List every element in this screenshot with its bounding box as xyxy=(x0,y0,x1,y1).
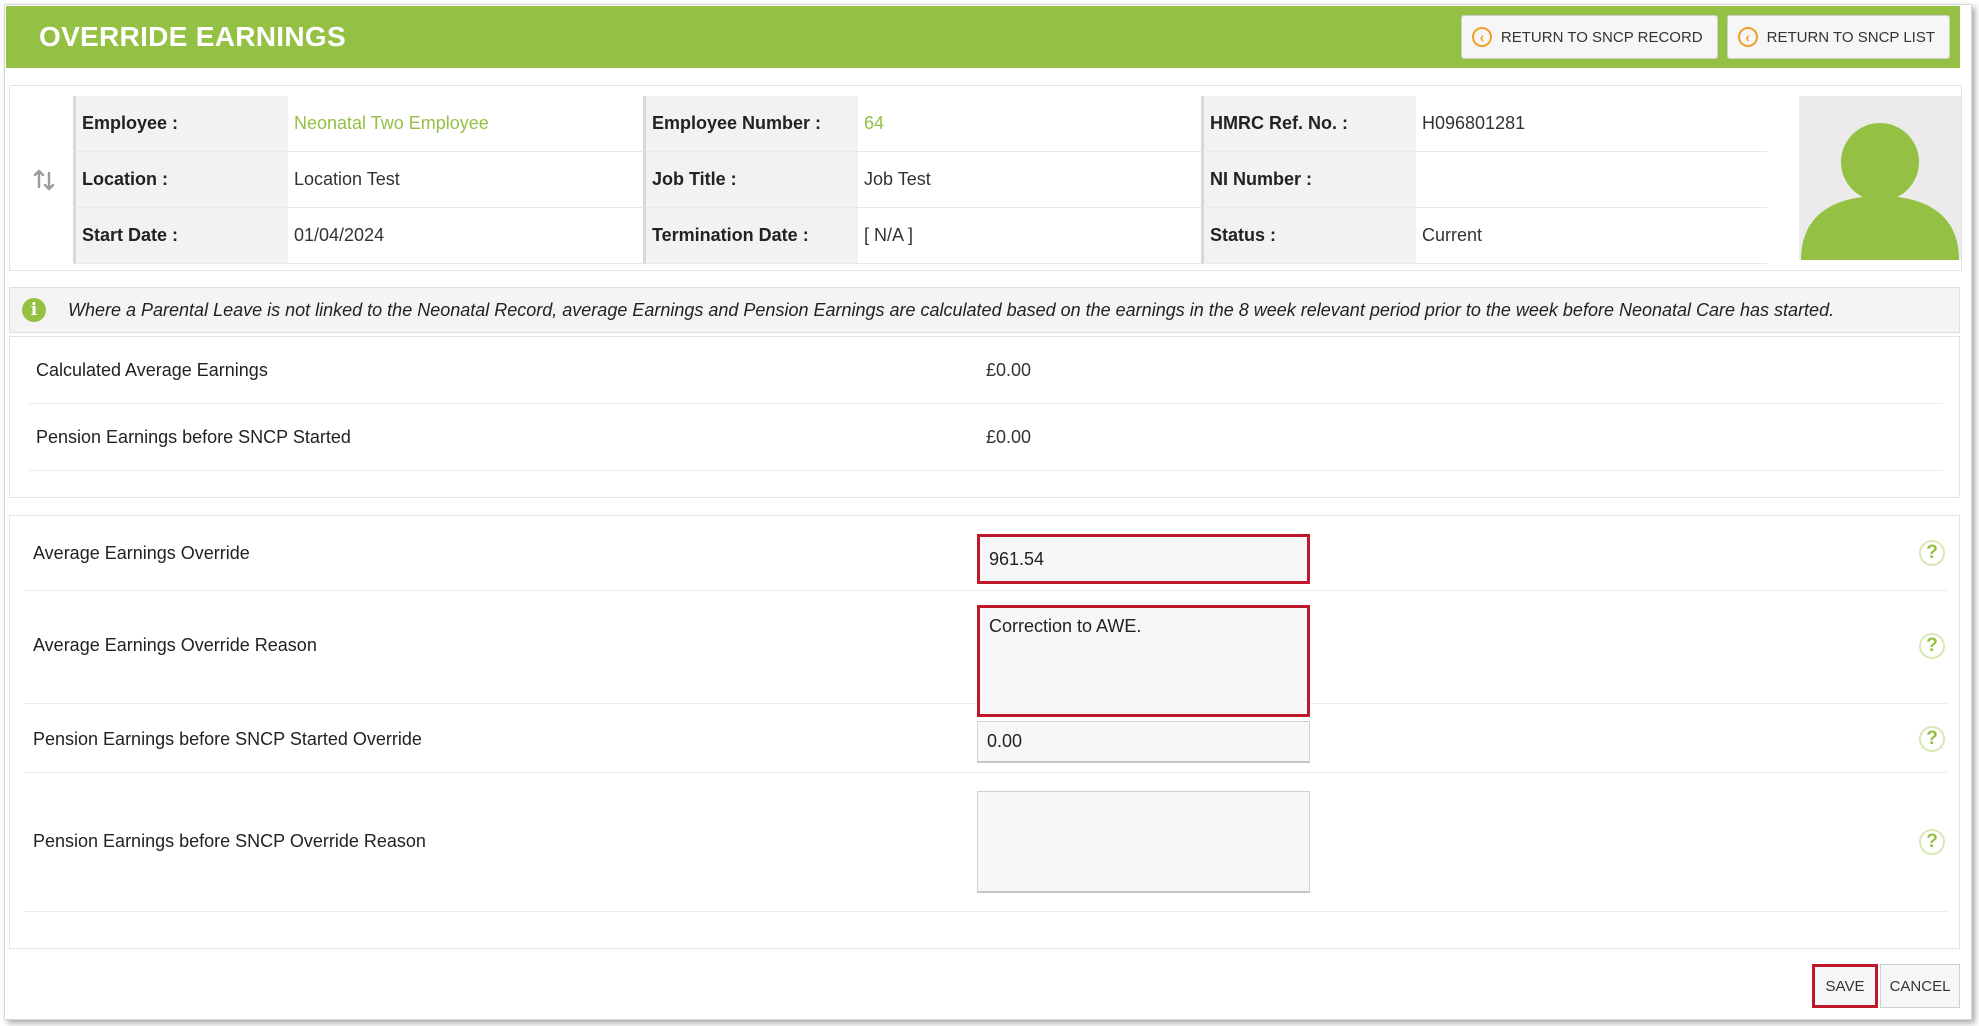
chevron-left-circle-icon: ‹ xyxy=(1471,27,1492,47)
header-actions: ‹ RETURN TO SNCP RECORD ‹ RETURN TO SNCP… xyxy=(1460,15,1950,59)
average-earnings-override-reason-row: Average Earnings Override Reason Correct… xyxy=(24,591,1947,717)
hmrc-ref-value: H096801281 xyxy=(1416,96,1767,152)
pension-earnings-override-input[interactable] xyxy=(977,721,1310,763)
swap-vertical-icon[interactable] xyxy=(32,168,56,197)
help-icon[interactable]: ? xyxy=(1919,829,1945,855)
calculated-average-earnings-label: Calculated Average Earnings xyxy=(36,359,268,380)
start-date-label: Start Date : xyxy=(73,208,288,264)
pension-earnings-value: £0.00 xyxy=(986,426,1032,447)
employee-label: Employee : xyxy=(73,96,288,152)
location-value: Location Test xyxy=(288,152,643,208)
employee-number-label: Employee Number : xyxy=(643,96,858,152)
cancel-button[interactable]: CANCEL xyxy=(1880,964,1960,1008)
pension-earnings-override-reason-row: Pension Earnings before SNCP Override Re… xyxy=(24,773,1947,912)
job-title-value: Job Test xyxy=(858,152,1201,208)
help-icon[interactable]: ? xyxy=(1919,540,1945,566)
user-silhouette-icon xyxy=(1801,123,1959,260)
termination-date-label: Termination Date : xyxy=(643,208,858,264)
calculated-earnings-panel: Calculated Average Earnings £0.00 Pensio… xyxy=(9,336,1960,498)
status-label: Status : xyxy=(1201,208,1416,264)
pension-earnings-override-row: Pension Earnings before SNCP Started Ove… xyxy=(24,704,1947,773)
pension-earnings-override-label: Pension Earnings before SNCP Started Ove… xyxy=(33,729,422,749)
page-header: OVERRIDE EARNINGS ‹ RETURN TO SNCP RECOR… xyxy=(6,6,1960,68)
ni-number-value xyxy=(1416,152,1767,208)
pension-earnings-label: Pension Earnings before SNCP Started xyxy=(36,426,351,447)
employee-details-grid: Employee : Neonatal Two Employee Employe… xyxy=(73,96,1767,264)
pension-earnings-override-reason-label: Pension Earnings before SNCP Override Re… xyxy=(33,831,426,851)
pension-earnings-row: Pension Earnings before SNCP Started £0.… xyxy=(28,404,1943,471)
chevron-left-circle-icon: ‹ xyxy=(1737,27,1758,47)
ni-number-label: NI Number : xyxy=(1201,152,1416,208)
info-banner: i Where a Parental Leave is not linked t… xyxy=(9,287,1960,333)
help-icon[interactable]: ? xyxy=(1919,726,1945,752)
average-earnings-override-input[interactable] xyxy=(977,534,1310,584)
calculated-average-earnings-row: Calculated Average Earnings £0.00 xyxy=(28,337,1943,404)
swap-vertical-svg xyxy=(33,169,55,191)
average-earnings-override-reason-textarea[interactable]: Correction to AWE. xyxy=(977,605,1310,717)
pension-earnings-override-reason-textarea[interactable] xyxy=(977,791,1310,893)
avatar xyxy=(1799,96,1961,260)
return-to-sncp-record-label: RETURN TO SNCP RECORD xyxy=(1500,28,1703,46)
save-button[interactable]: SAVE xyxy=(1812,964,1878,1008)
termination-date-value: [ N/A ] xyxy=(858,208,1201,264)
return-to-sncp-list-label: RETURN TO SNCP LIST xyxy=(1766,28,1935,46)
help-icon[interactable]: ? xyxy=(1919,633,1945,659)
average-earnings-override-row: Average Earnings Override ? xyxy=(24,516,1947,591)
employee-number-link[interactable]: 64 xyxy=(858,96,1201,152)
start-date-value: 01/04/2024 xyxy=(288,208,643,264)
return-to-sncp-list-button[interactable]: ‹ RETURN TO SNCP LIST xyxy=(1726,15,1950,59)
override-form-panel: Average Earnings Override ? Average Earn… xyxy=(9,515,1960,949)
average-earnings-override-label: Average Earnings Override xyxy=(33,543,250,563)
page-title: OVERRIDE EARNINGS xyxy=(39,21,346,52)
job-title-label: Job Title : xyxy=(643,152,858,208)
calculated-average-earnings-value: £0.00 xyxy=(986,359,1032,380)
average-earnings-override-reason-label: Average Earnings Override Reason xyxy=(33,635,317,655)
hmrc-ref-label: HMRC Ref. No. : xyxy=(1201,96,1416,152)
info-icon: i xyxy=(22,298,46,322)
employee-name-link[interactable]: Neonatal Two Employee xyxy=(288,96,643,152)
return-to-sncp-record-button[interactable]: ‹ RETURN TO SNCP RECORD xyxy=(1460,15,1718,59)
status-value: Current xyxy=(1416,208,1767,264)
info-text: Where a Parental Leave is not linked to … xyxy=(68,299,1835,320)
location-label: Location : xyxy=(73,152,288,208)
employee-summary-panel: Employee : Neonatal Two Employee Employe… xyxy=(9,85,1962,271)
